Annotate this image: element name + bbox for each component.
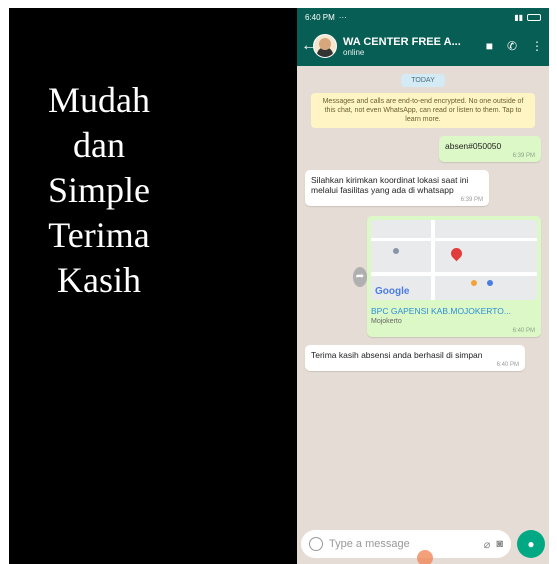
map-preview[interactable]: Google (371, 220, 537, 300)
map-road (371, 238, 537, 241)
paperclip-icon[interactable]: ⌀ (484, 538, 491, 551)
poi-marker-icon (471, 280, 477, 286)
battery-icon (527, 13, 541, 21)
chat-header: ← WA CENTER FREE A... online ■ ✆ ⋮ (297, 26, 549, 66)
composer-bar: Type a message ⌀ ◙ ● (301, 528, 545, 564)
message-time: 6:39 PM (460, 197, 483, 203)
share-icon[interactable]: ➦ (353, 266, 367, 287)
video-call-icon[interactable]: ■ (486, 39, 493, 53)
contact-name: WA CENTER FREE A... (343, 35, 461, 48)
message-time: 6:40 PM (496, 362, 519, 368)
status-time: 6:40 PM (305, 12, 335, 22)
caption-line: Simple (47, 170, 150, 210)
input-placeholder: Type a message (329, 538, 410, 550)
location-pin-icon (448, 245, 465, 262)
caption-line: Terima (48, 215, 150, 255)
touch-indicator (417, 550, 433, 564)
status-bar: 6:40 PM ··· ▮▮ (297, 8, 549, 26)
more-vert-icon[interactable]: ⋮ (531, 39, 543, 53)
phone-icon[interactable]: ✆ (507, 39, 517, 53)
phone-screen: 6:40 PM ··· ▮▮ ← WA CENTER FREE A... onl… (297, 8, 549, 564)
contact-status: online (343, 47, 365, 57)
poi-marker-icon (487, 280, 493, 286)
video-frame: Mudah dan Simple Terima Kasih 6:40 PM ··… (9, 8, 549, 564)
mic-icon[interactable]: ● (517, 530, 545, 558)
arrow-left-icon[interactable]: ← (301, 37, 317, 55)
message-bubble-incoming[interactable]: Silahkan kirimkan koordinat lokasi saat … (305, 170, 489, 206)
map-road (371, 272, 537, 276)
caption-line: dan (73, 125, 125, 165)
location-message-row: ➦ Google BPC GAPENSI KAB.MOJOKERTO... Mo… (305, 216, 541, 337)
location-subtitle: Mojokerto (371, 318, 402, 325)
encryption-notice[interactable]: Messages and calls are end-to-end encryp… (311, 93, 535, 128)
message-bubble-incoming[interactable]: Terima kasih absensi anda berhasil di si… (305, 345, 525, 371)
caption-text: Mudah dan Simple Terima Kasih (9, 78, 189, 303)
caption-line: Kasih (57, 260, 141, 300)
contact-info[interactable]: WA CENTER FREE A... online (343, 36, 486, 57)
message-bubble-outgoing[interactable]: absen#050050 6:39 PM (439, 136, 541, 162)
location-name[interactable]: BPC GAPENSI KAB.MOJOKERTO... (371, 306, 537, 316)
message-text: Terima kasih absensi anda berhasil di si… (311, 350, 483, 360)
poi-marker-icon (393, 248, 399, 254)
message-time: 6:39 PM (512, 153, 535, 159)
caption-line: Mudah (48, 80, 150, 120)
chat-area[interactable]: TODAY Messages and calls are end-to-end … (297, 66, 549, 536)
status-dots: ··· (338, 12, 347, 22)
signal-icon: ▮▮ (514, 12, 523, 22)
message-text: Silahkan kirimkan koordinat lokasi saat … (311, 175, 469, 195)
message-input[interactable]: Type a message ⌀ ◙ (301, 530, 511, 558)
message-text: absen#050050 (445, 141, 502, 151)
camera-icon[interactable]: ◙ (496, 538, 503, 550)
map-logo: Google (375, 286, 410, 297)
emoji-icon[interactable] (309, 537, 323, 551)
location-message[interactable]: Google BPC GAPENSI KAB.MOJOKERTO... Mojo… (367, 216, 541, 337)
map-road (431, 220, 435, 300)
date-chip: TODAY (401, 74, 445, 87)
message-time: 6:40 PM (512, 328, 535, 334)
avatar[interactable] (313, 34, 337, 58)
status-icons: ▮▮ (514, 13, 541, 22)
header-actions: ■ ✆ ⋮ (486, 39, 543, 53)
